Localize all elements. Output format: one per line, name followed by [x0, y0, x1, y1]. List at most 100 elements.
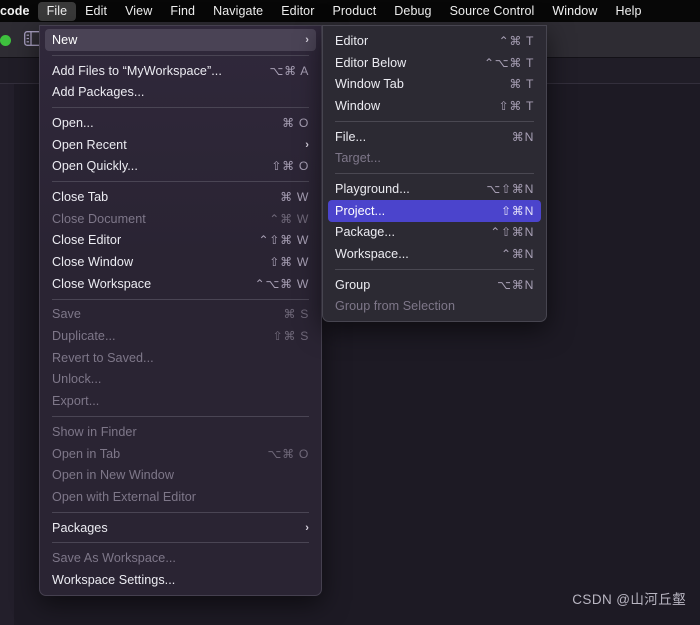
menubar-item-navigate[interactable]: Navigate — [204, 2, 272, 21]
file-menu-item-save-as-workspace: Save As Workspace... — [45, 547, 316, 569]
new-submenu-item-package[interactable]: Package... ⌃⇧⌘N — [328, 222, 541, 244]
file-menu-item-revert-to-saved: Revert to Saved... — [45, 347, 316, 369]
menubar-item-editor[interactable]: Editor — [272, 2, 323, 21]
file-menu-item-open-recent[interactable]: Open Recent › — [45, 134, 316, 156]
menubar-item-code[interactable]: code — [0, 2, 38, 21]
menubar-item-view[interactable]: View — [116, 2, 161, 21]
menu-item-shortcut: ⇧⌘ O — [271, 159, 309, 174]
menu-item-label: Target... — [335, 151, 381, 166]
new-submenu-item-workspace[interactable]: Workspace... ⌃⌘N — [328, 243, 541, 265]
menu-item-label: Open... — [52, 115, 94, 130]
menu-separator — [335, 173, 534, 175]
new-submenu-item-file[interactable]: File... ⌘N — [328, 126, 541, 148]
menu-item-label: Show in Finder — [52, 424, 137, 439]
menu-separator — [52, 511, 309, 513]
menu-item-shortcut: ⌃⌘N — [500, 247, 534, 262]
file-menu-item-save: Save ⌘ S — [45, 304, 316, 326]
file-menu-item-close-window[interactable]: Close Window ⇧⌘ W — [45, 251, 316, 273]
new-submenu-item-editor[interactable]: Editor ⌃⌘ T — [328, 30, 541, 52]
file-menu-item-packages[interactable]: Packages › — [45, 517, 316, 539]
menu-separator — [52, 107, 309, 109]
file-menu-item-export: Export... — [45, 390, 316, 412]
menu-item-label: Packages — [52, 520, 108, 535]
menu-bar: code File Edit View Find Navigate Editor Produc… — [0, 0, 700, 22]
menu-item-label: Close Tab — [52, 189, 109, 204]
menubar-item-file[interactable]: File — [37, 1, 77, 21]
chevron-right-icon: › — [305, 138, 309, 151]
menu-item-label: Window Tab — [335, 77, 404, 92]
menu-item-shortcut: ⌃⌥⌘ T — [483, 55, 534, 70]
menu-item-label: Open in Tab — [52, 446, 121, 461]
menu-item-shortcut: ⌥⌘ O — [267, 446, 309, 461]
menu-item-label: Workspace Settings... — [52, 572, 176, 587]
new-submenu-item-project[interactable]: Project... ⇧⌘N — [328, 199, 541, 222]
file-menu-item-close-editor[interactable]: Close Editor ⌃⇧⌘ W — [45, 230, 316, 252]
file-menu-item-open[interactable]: Open... ⌘ O — [45, 112, 316, 134]
menu-item-label: Save As Workspace... — [52, 551, 176, 566]
file-menu-item-duplicate: Duplicate... ⇧⌘ S — [45, 325, 316, 347]
menu-item-label: Playground... — [335, 181, 410, 196]
menu-separator — [52, 181, 309, 183]
menu-item-label: Package... — [335, 225, 396, 240]
menu-item-shortcut: ⌃⌥⌘ W — [254, 276, 309, 291]
file-menu-item-workspace-settings[interactable]: Workspace Settings... — [45, 569, 316, 591]
menu-item-label: Open Quickly... — [52, 159, 138, 174]
menu-item-label: Close Window — [52, 255, 134, 270]
new-submenu-item-playground[interactable]: Playground... ⌥⇧⌘N — [328, 178, 541, 200]
new-submenu-item-window-tab[interactable]: Window Tab ⌘ T — [328, 73, 541, 95]
new-submenu-item-window[interactable]: Window ⇧⌘ T — [328, 95, 541, 117]
watermark: CSDN @山河丘壑 — [572, 592, 686, 607]
menu-item-label: Close Editor — [52, 233, 122, 248]
file-menu-item-add-packages[interactable]: Add Packages... — [45, 81, 316, 103]
menu-item-label: Close Document — [52, 211, 146, 226]
new-submenu-item-group-from-selection: Group from Selection — [328, 296, 541, 318]
menu-item-label: Duplicate... — [52, 329, 116, 344]
menubar-item-window[interactable]: Window — [543, 2, 606, 21]
menu-item-shortcut: ⌃⇧⌘ W — [258, 233, 309, 248]
menu-item-shortcut: ⌘ T — [509, 77, 534, 92]
menubar-item-product[interactable]: Product — [323, 2, 385, 21]
menubar-item-source-control[interactable]: Source Control — [441, 2, 544, 21]
file-menu-item-close-workspace[interactable]: Close Workspace ⌃⌥⌘ W — [45, 273, 316, 295]
file-menu-item-close-tab[interactable]: Close Tab ⌘ W — [45, 186, 316, 208]
menu-item-label: Project... — [335, 203, 386, 218]
new-submenu-item-group[interactable]: Group ⌥⌘N — [328, 274, 541, 296]
file-menu-panel: New › Add Files to “MyWorkspace”... ⌥⌘ A Add… — [39, 25, 322, 596]
menu-item-label: Unlock... — [52, 372, 102, 387]
menu-item-shortcut: ⌥⇧⌘N — [486, 181, 534, 196]
menu-separator — [52, 542, 309, 544]
menu-item-shortcut: ⌥⌘ A — [269, 63, 309, 78]
menu-item-label: Open with External Editor — [52, 489, 197, 504]
menu-separator — [335, 120, 534, 122]
file-menu-item-add-files-to-myworkspace[interactable]: Add Files to “MyWorkspace”... ⌥⌘ A — [45, 60, 316, 82]
file-menu-item-new[interactable]: New › — [45, 29, 316, 51]
menu-item-shortcut: ⇧⌘ T — [498, 98, 534, 113]
menu-item-label: Editor — [335, 33, 369, 48]
chevron-right-icon: › — [305, 33, 309, 46]
file-menu-item-open-in-tab: Open in Tab ⌥⌘ O — [45, 443, 316, 465]
menu-item-label: Editor Below — [335, 55, 407, 70]
menu-item-shortcut: ⇧⌘ S — [272, 329, 309, 344]
app-root: code File Edit View Find Navigate Editor Produc… — [0, 0, 700, 625]
menu-item-label: New — [52, 32, 78, 47]
menu-item-label: Workspace... — [335, 247, 409, 262]
menubar-item-find[interactable]: Find — [161, 2, 204, 21]
menu-item-shortcut: ⇧⌘N — [500, 203, 534, 218]
menu-item-shortcut: ⌘ W — [280, 189, 309, 204]
menubar-item-debug[interactable]: Debug — [385, 2, 440, 21]
new-submenu-item-editor-below[interactable]: Editor Below ⌃⌥⌘ T — [328, 52, 541, 74]
menu-item-label: Open Recent — [52, 137, 127, 152]
file-menu-item-open-quickly[interactable]: Open Quickly... ⇧⌘ O — [45, 155, 316, 177]
new-submenu-panel: Editor ⌃⌘ T Editor Below ⌃⌥⌘ T Window Tab ⌘ T… — [322, 25, 547, 323]
menu-item-label: Revert to Saved... — [52, 350, 154, 365]
menu-separator — [52, 416, 309, 417]
green-status-dot[interactable] — [0, 35, 11, 46]
file-menu-item-close-document: Close Document ⌃⌘ W — [45, 208, 316, 230]
menubar-item-help[interactable]: Help — [606, 2, 650, 21]
new-submenu-item-target: Target... — [328, 147, 541, 169]
file-menu-item-show-in-finder: Show in Finder — [45, 421, 316, 443]
menu-item-shortcut: ⌘ O — [282, 115, 309, 130]
menu-item-label: File... — [335, 129, 367, 144]
menubar-item-edit[interactable]: Edit — [76, 2, 116, 21]
menu-item-label: Close Workspace — [52, 276, 152, 291]
